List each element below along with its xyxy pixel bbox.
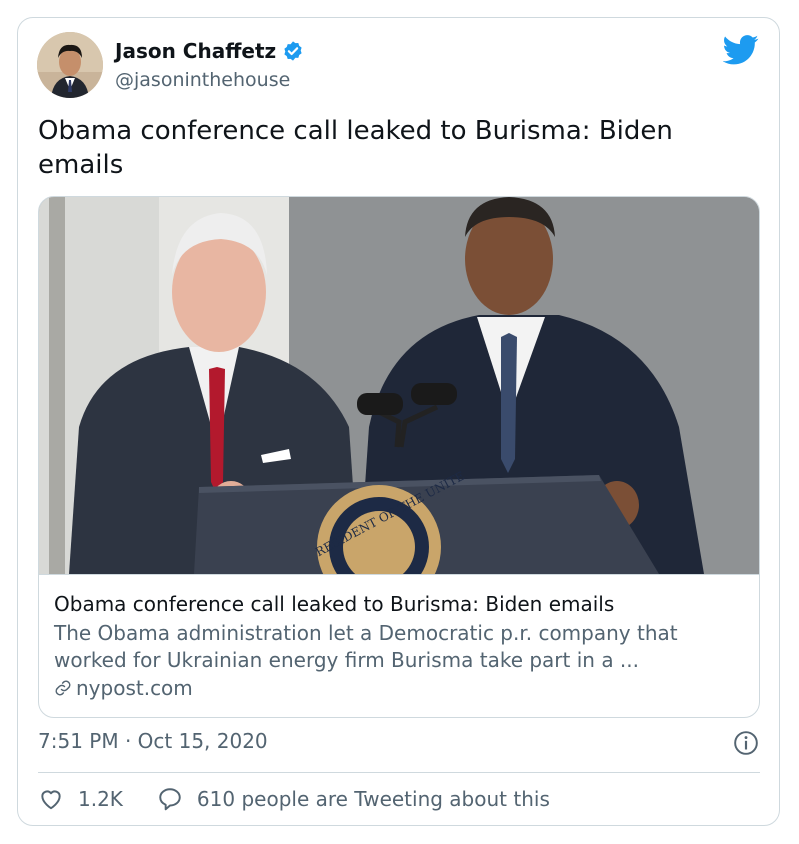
link-card-title[interactable]: Obama conference call leaked to Burisma:…	[54, 592, 614, 616]
like-count: 1.2K	[78, 787, 123, 811]
domain-text: nypost.com	[76, 676, 193, 700]
divider	[38, 772, 760, 773]
author-name[interactable]: Jason Chaffetz	[115, 39, 276, 63]
tweet-text: Obama conference call leaked to Burisma:…	[38, 116, 673, 180]
tweet-actions: 1.2K 610 people are Tweeting about this	[38, 786, 550, 812]
link-card-domain[interactable]: nypost.com	[54, 676, 193, 700]
avatar[interactable]	[37, 32, 103, 98]
link-preview-card[interactable]: RESIDENT OF THE UNITE Obama conference c…	[38, 196, 760, 718]
like-button[interactable]: 1.2K	[38, 786, 157, 812]
link-card-description: The Obama administration let a Democrati…	[54, 621, 678, 672]
article-photo: RESIDENT OF THE UNITE	[39, 197, 759, 574]
tweet-card: Jason Chaffetz @jasoninthehouse Obama co…	[17, 17, 780, 826]
author-handle[interactable]: @jasoninthehouse	[115, 69, 290, 91]
link-icon	[55, 680, 71, 696]
verified-badge-icon	[284, 41, 302, 61]
heart-icon	[41, 790, 61, 810]
speech-bubble-icon	[159, 788, 181, 811]
twitter-bird-icon[interactable]	[723, 35, 759, 65]
conversation-text: 610 people are Tweeting about this	[196, 787, 550, 811]
tweet-timestamp[interactable]: 7:51 PM · Oct 15, 2020	[38, 729, 268, 753]
info-icon[interactable]	[733, 730, 759, 756]
conversation-button[interactable]: 610 people are Tweeting about this	[157, 786, 550, 812]
